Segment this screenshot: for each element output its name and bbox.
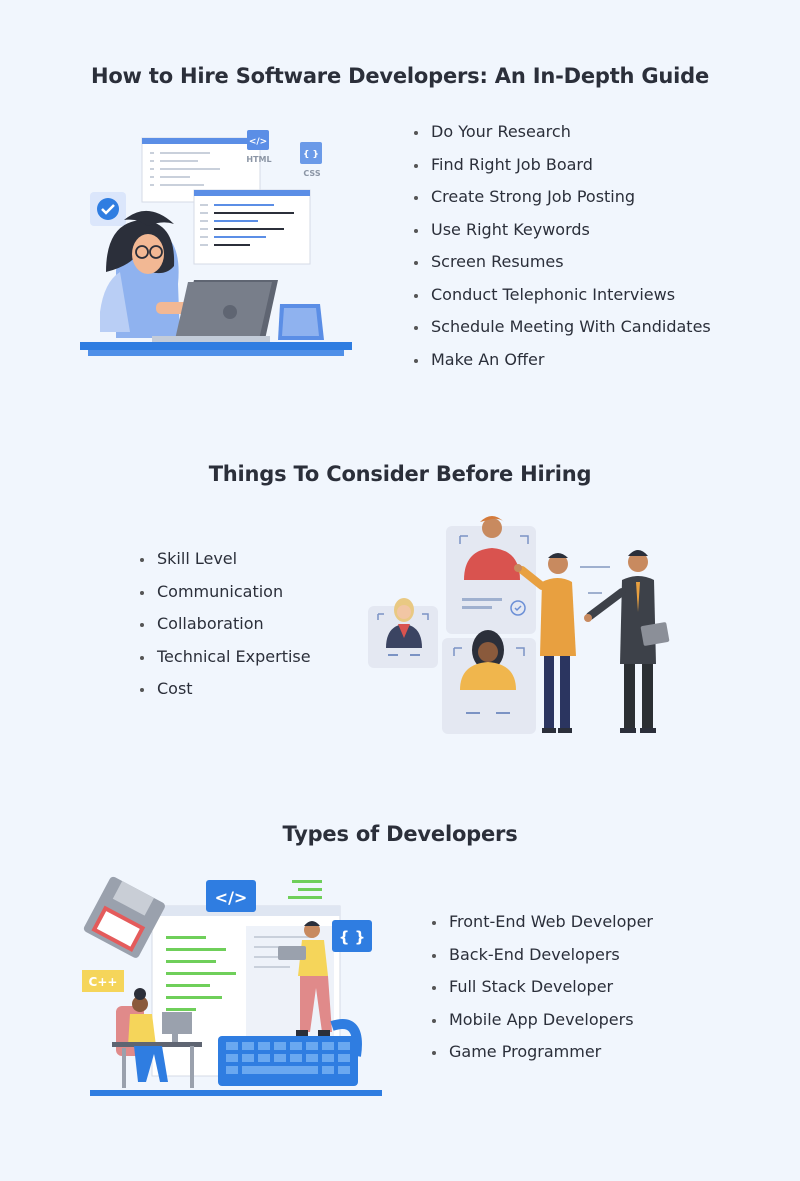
svg-text:</>: </> xyxy=(249,137,267,147)
svg-text:{ }: { } xyxy=(339,928,366,946)
list-item: Use Right Keywords xyxy=(414,214,711,247)
code-tag-icon: </> xyxy=(206,880,256,912)
keyboard-illustration xyxy=(218,1036,358,1086)
candidate-card-female-blonde xyxy=(368,598,438,668)
list-item: Cost xyxy=(140,673,311,706)
svg-text:CSS: CSS xyxy=(303,169,320,178)
recruiter-man-grey xyxy=(584,550,670,733)
list-item: Back-End Developers xyxy=(432,939,653,972)
tablet-illustration xyxy=(278,304,324,340)
list-item: Screen Resumes xyxy=(414,246,711,279)
svg-text:C++: C++ xyxy=(89,975,118,989)
list-item: Game Programmer xyxy=(432,1036,653,1069)
cpp-icon: C++ xyxy=(82,970,124,992)
list-item: Skill Level xyxy=(140,543,311,576)
section-title-types: Types of Developers xyxy=(282,822,518,846)
list-item: Conduct Telephonic Interviews xyxy=(414,279,711,312)
hire-steps-list: Do Your Research Find Right Job Board Cr… xyxy=(414,116,711,376)
list-item: Create Strong Job Posting xyxy=(414,181,711,214)
section-title-hire-guide: How to Hire Software Developers: An In-D… xyxy=(90,64,710,88)
list-item: Technical Expertise xyxy=(140,641,311,674)
developer-types-list: Front-End Web Developer Back-End Develop… xyxy=(432,906,653,1069)
svg-text:HTML: HTML xyxy=(246,155,271,164)
css-icon: { } CSS xyxy=(300,142,322,178)
developers-team-illustration: </> { } C++ xyxy=(82,876,382,1096)
svg-text:</>: </> xyxy=(215,888,248,907)
list-item: Full Stack Developer xyxy=(432,971,653,1004)
candidate-card-female-dark xyxy=(442,630,536,734)
developer-at-laptop-illustration: </> HTML { } CSS xyxy=(80,130,352,356)
section-title-before-hiring: Things To Consider Before Hiring xyxy=(208,462,592,486)
code-window-front xyxy=(193,189,311,265)
svg-text:{ }: { } xyxy=(303,150,319,160)
list-item: Front-End Web Developer xyxy=(432,906,653,939)
list-item: Communication xyxy=(140,576,311,609)
html-icon: </> HTML xyxy=(246,130,272,164)
list-item: Find Right Job Board xyxy=(414,149,711,182)
checkmark-icon xyxy=(90,192,126,226)
considerations-list: Skill Level Communication Collaboration … xyxy=(140,543,311,706)
list-item: Mobile App Developers xyxy=(432,1004,653,1037)
braces-icon: { } xyxy=(332,920,372,952)
desk xyxy=(80,342,352,350)
list-item: Do Your Research xyxy=(414,116,711,149)
floor-line xyxy=(90,1090,382,1096)
list-item: Collaboration xyxy=(140,608,311,641)
list-item: Make An Offer xyxy=(414,344,711,377)
candidate-review-illustration xyxy=(368,516,670,734)
list-item: Schedule Meeting With Candidates xyxy=(414,311,711,344)
